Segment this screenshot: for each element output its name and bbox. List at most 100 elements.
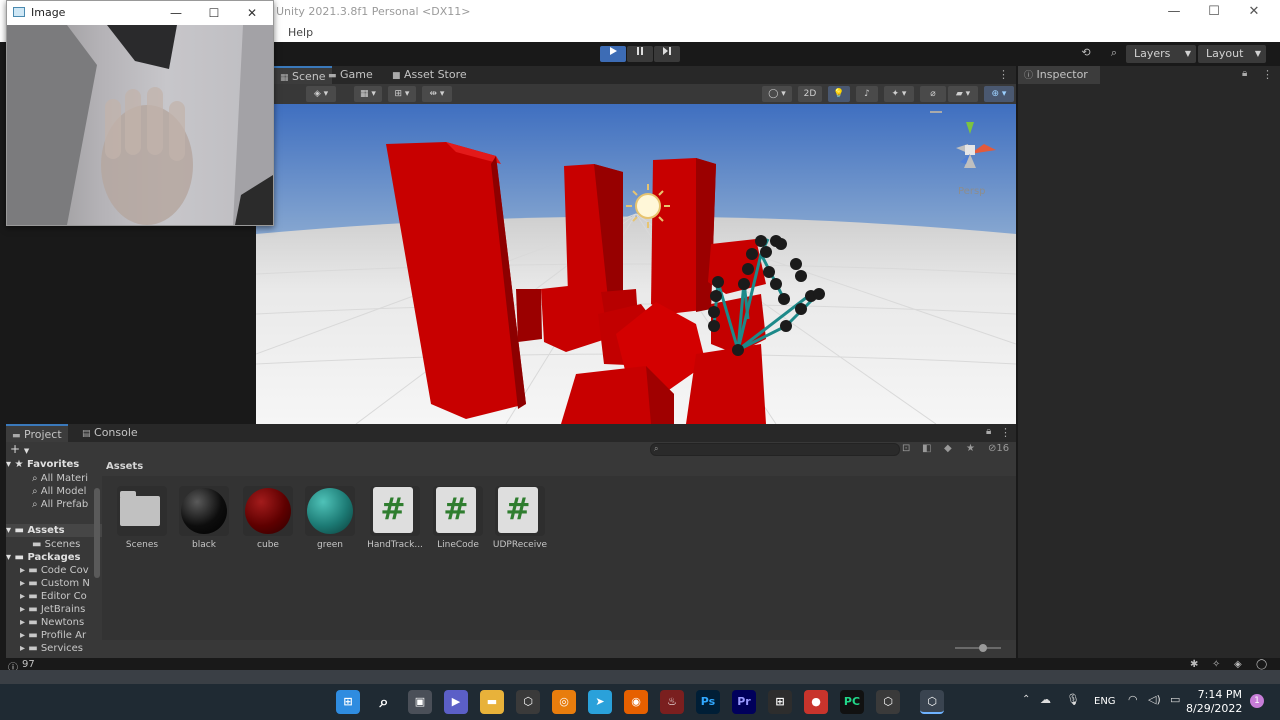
gizmos-toggle-icon[interactable]: ⊕ ▾ xyxy=(984,86,1014,102)
breadcrumb[interactable]: Assets xyxy=(106,461,143,472)
search-icon[interactable]: ⌕ xyxy=(1104,46,1124,62)
debug-icon[interactable]: ✱ xyxy=(1190,659,1198,670)
align-button[interactable]: ⇹ ▾ xyxy=(422,86,452,102)
search-input[interactable] xyxy=(650,443,900,456)
microphone-icon[interactable]: 🎙︎ xyxy=(1066,693,1080,706)
file-explorer-icon[interactable]: ▬ xyxy=(480,690,504,714)
add-asset-button[interactable]: + ▼ xyxy=(10,443,29,458)
unity-editor-icon[interactable]: ⬡ xyxy=(920,690,944,714)
close-button[interactable]: ✕ xyxy=(1234,2,1274,22)
asset-item[interactable]: cube xyxy=(238,486,298,550)
more-menu-icon[interactable]: ⋮ xyxy=(1262,68,1273,81)
popcorn-icon[interactable]: ♨ xyxy=(660,690,684,714)
mode-2d-toggle[interactable]: 2D xyxy=(798,86,822,102)
thumbnail-size-thumb[interactable] xyxy=(979,644,987,652)
tree-item[interactable]: ▸ ▬ Editor Co xyxy=(6,590,102,603)
camera-settings-icon[interactable]: ▰ ▾ xyxy=(948,86,978,102)
cloud-icon[interactable]: ☁ xyxy=(1040,693,1051,706)
tree-favorites[interactable]: ▾ ★ Favorites xyxy=(6,458,102,471)
webcam-window[interactable]: Image — ☐ ✕ xyxy=(6,0,274,226)
tree-assets[interactable]: ▾ ▬ Assets xyxy=(6,524,102,537)
search-by-type-icon[interactable]: ⊡ xyxy=(902,443,910,454)
photoshop-icon[interactable]: Ps xyxy=(696,690,720,714)
clock-date[interactable]: 8/29/2022 xyxy=(1186,702,1242,715)
minimize-button[interactable]: — xyxy=(159,3,193,23)
tab-console[interactable]: ▤ Console xyxy=(76,424,144,442)
notification-badge[interactable]: 1 xyxy=(1250,694,1264,708)
search-by-label-icon[interactable]: ◧ xyxy=(922,443,931,454)
lock-icon[interactable]: 🔒︎ xyxy=(986,426,991,437)
tab-game[interactable]: ▬ Game xyxy=(322,66,379,84)
draw-mode-button[interactable]: ◯ ▾ xyxy=(762,86,792,102)
asset-item[interactable]: # HandTrack... xyxy=(365,486,425,550)
telegram-icon[interactable]: ➤ xyxy=(588,690,612,714)
tree-item[interactable]: ▸ ▬ Code Cov xyxy=(6,564,102,577)
close-button[interactable]: ✕ xyxy=(235,3,269,23)
pycharm-icon[interactable]: PC xyxy=(840,690,864,714)
tag-icon[interactable]: ◆ xyxy=(944,443,952,454)
tree-item[interactable]: ▸ ▬ Profile Ar xyxy=(6,629,102,642)
collab-icon[interactable]: ✧ xyxy=(1212,659,1220,670)
tree-item[interactable]: ⌕ All Model xyxy=(6,485,102,498)
asset-item[interactable]: # UDPReceive xyxy=(490,486,550,550)
tree-scrollbar[interactable] xyxy=(94,488,100,578)
favorite-star-icon[interactable]: ★ xyxy=(966,443,975,454)
windows-start-icon[interactable]: ⊞ xyxy=(336,690,360,714)
tree-item[interactable]: ▸ ▬ Newtons xyxy=(6,616,102,629)
language-indicator[interactable]: ENG xyxy=(1094,696,1116,707)
more-menu-icon[interactable]: ⋮ xyxy=(1000,426,1011,439)
task-view-icon[interactable]: ▣ xyxy=(408,690,432,714)
scene-viewport[interactable]: Persp xyxy=(256,104,1016,424)
volume-icon[interactable]: ◁) xyxy=(1148,693,1161,706)
maximize-button[interactable]: ☐ xyxy=(197,3,231,23)
effects-toggle-icon[interactable]: ✦ ▾ xyxy=(884,86,914,102)
chevron-up-icon[interactable]: ⌃ xyxy=(1022,694,1030,705)
recorder-icon[interactable]: ● xyxy=(804,690,828,714)
increment-snap-button[interactable]: ⊞ ▾ xyxy=(388,86,416,102)
asset-item[interactable]: green xyxy=(300,486,360,550)
account-icon[interactable]: ◯ xyxy=(1256,659,1267,670)
asset-item[interactable]: Scenes xyxy=(112,486,172,550)
step-button[interactable] xyxy=(654,46,680,62)
hidden-packages-toggle[interactable]: ⊘16 xyxy=(988,443,1009,454)
tree-item[interactable]: ▬ Scenes xyxy=(6,538,102,551)
tab-inspector[interactable]: ⓘ Inspector xyxy=(1018,66,1100,84)
audio-toggle-icon[interactable]: ♪ xyxy=(856,86,878,102)
tree-item[interactable]: ▸ ▬ Services xyxy=(6,642,102,655)
tree-item[interactable]: ▸ ▬ Custom N xyxy=(6,577,102,590)
history-icon[interactable]: ⟲ xyxy=(1076,46,1096,62)
unity-icon[interactable]: ⬡ xyxy=(876,690,900,714)
teams-icon[interactable]: ▶ xyxy=(444,690,468,714)
tree-packages[interactable]: ▾ ▬ Packages xyxy=(6,551,102,564)
layers-dropdown[interactable]: Layers ▼ xyxy=(1126,45,1196,63)
asset-item[interactable]: black xyxy=(174,486,234,550)
console-message-count[interactable]: 97 xyxy=(22,659,35,670)
play-button[interactable] xyxy=(600,46,626,62)
blender-icon[interactable]: ◎ xyxy=(552,690,576,714)
tab-asset-store[interactable]: ■ Asset Store xyxy=(386,66,473,84)
tree-item[interactable]: ⌕ All Prefab xyxy=(6,498,102,511)
firefox-icon[interactable]: ◉ xyxy=(624,690,648,714)
grid-snap-button[interactable]: ▦ ▾ xyxy=(354,86,382,102)
lock-icon[interactable]: 🔒︎ xyxy=(1242,68,1247,79)
auto-generate-lighting-icon[interactable]: ◈ xyxy=(1234,659,1242,670)
search-icon[interactable]: ⌕ xyxy=(372,690,396,714)
battery-icon[interactable]: ▭ xyxy=(1170,693,1180,706)
asset-item[interactable]: # LineCode xyxy=(428,486,488,550)
layout-dropdown[interactable]: Layout ▼ xyxy=(1198,45,1266,63)
tree-item[interactable]: ▸ ▬ JetBrains xyxy=(6,603,102,616)
lighting-toggle-icon[interactable]: 💡 xyxy=(828,86,850,102)
shading-mode-button[interactable]: ◈ ▾ xyxy=(306,86,336,102)
tree-item[interactable]: ⌕ All Materi xyxy=(6,472,102,485)
store-icon[interactable]: ⊞ xyxy=(768,690,792,714)
minimize-button[interactable]: — xyxy=(1154,2,1194,22)
more-menu-icon[interactable]: ⋮ xyxy=(998,68,1009,81)
maximize-button[interactable]: ☐ xyxy=(1194,2,1234,22)
premiere-icon[interactable]: Pr xyxy=(732,690,756,714)
menu-help[interactable]: Help xyxy=(288,26,313,39)
wifi-icon[interactable]: ◠ xyxy=(1128,693,1138,706)
tab-project[interactable]: ▬ Project xyxy=(6,424,68,442)
hidden-objects-icon[interactable]: ⌀ xyxy=(920,86,946,102)
clock-time[interactable]: 7:14 PM xyxy=(1190,688,1242,701)
unity-hub-icon[interactable]: ⬡ xyxy=(516,690,540,714)
